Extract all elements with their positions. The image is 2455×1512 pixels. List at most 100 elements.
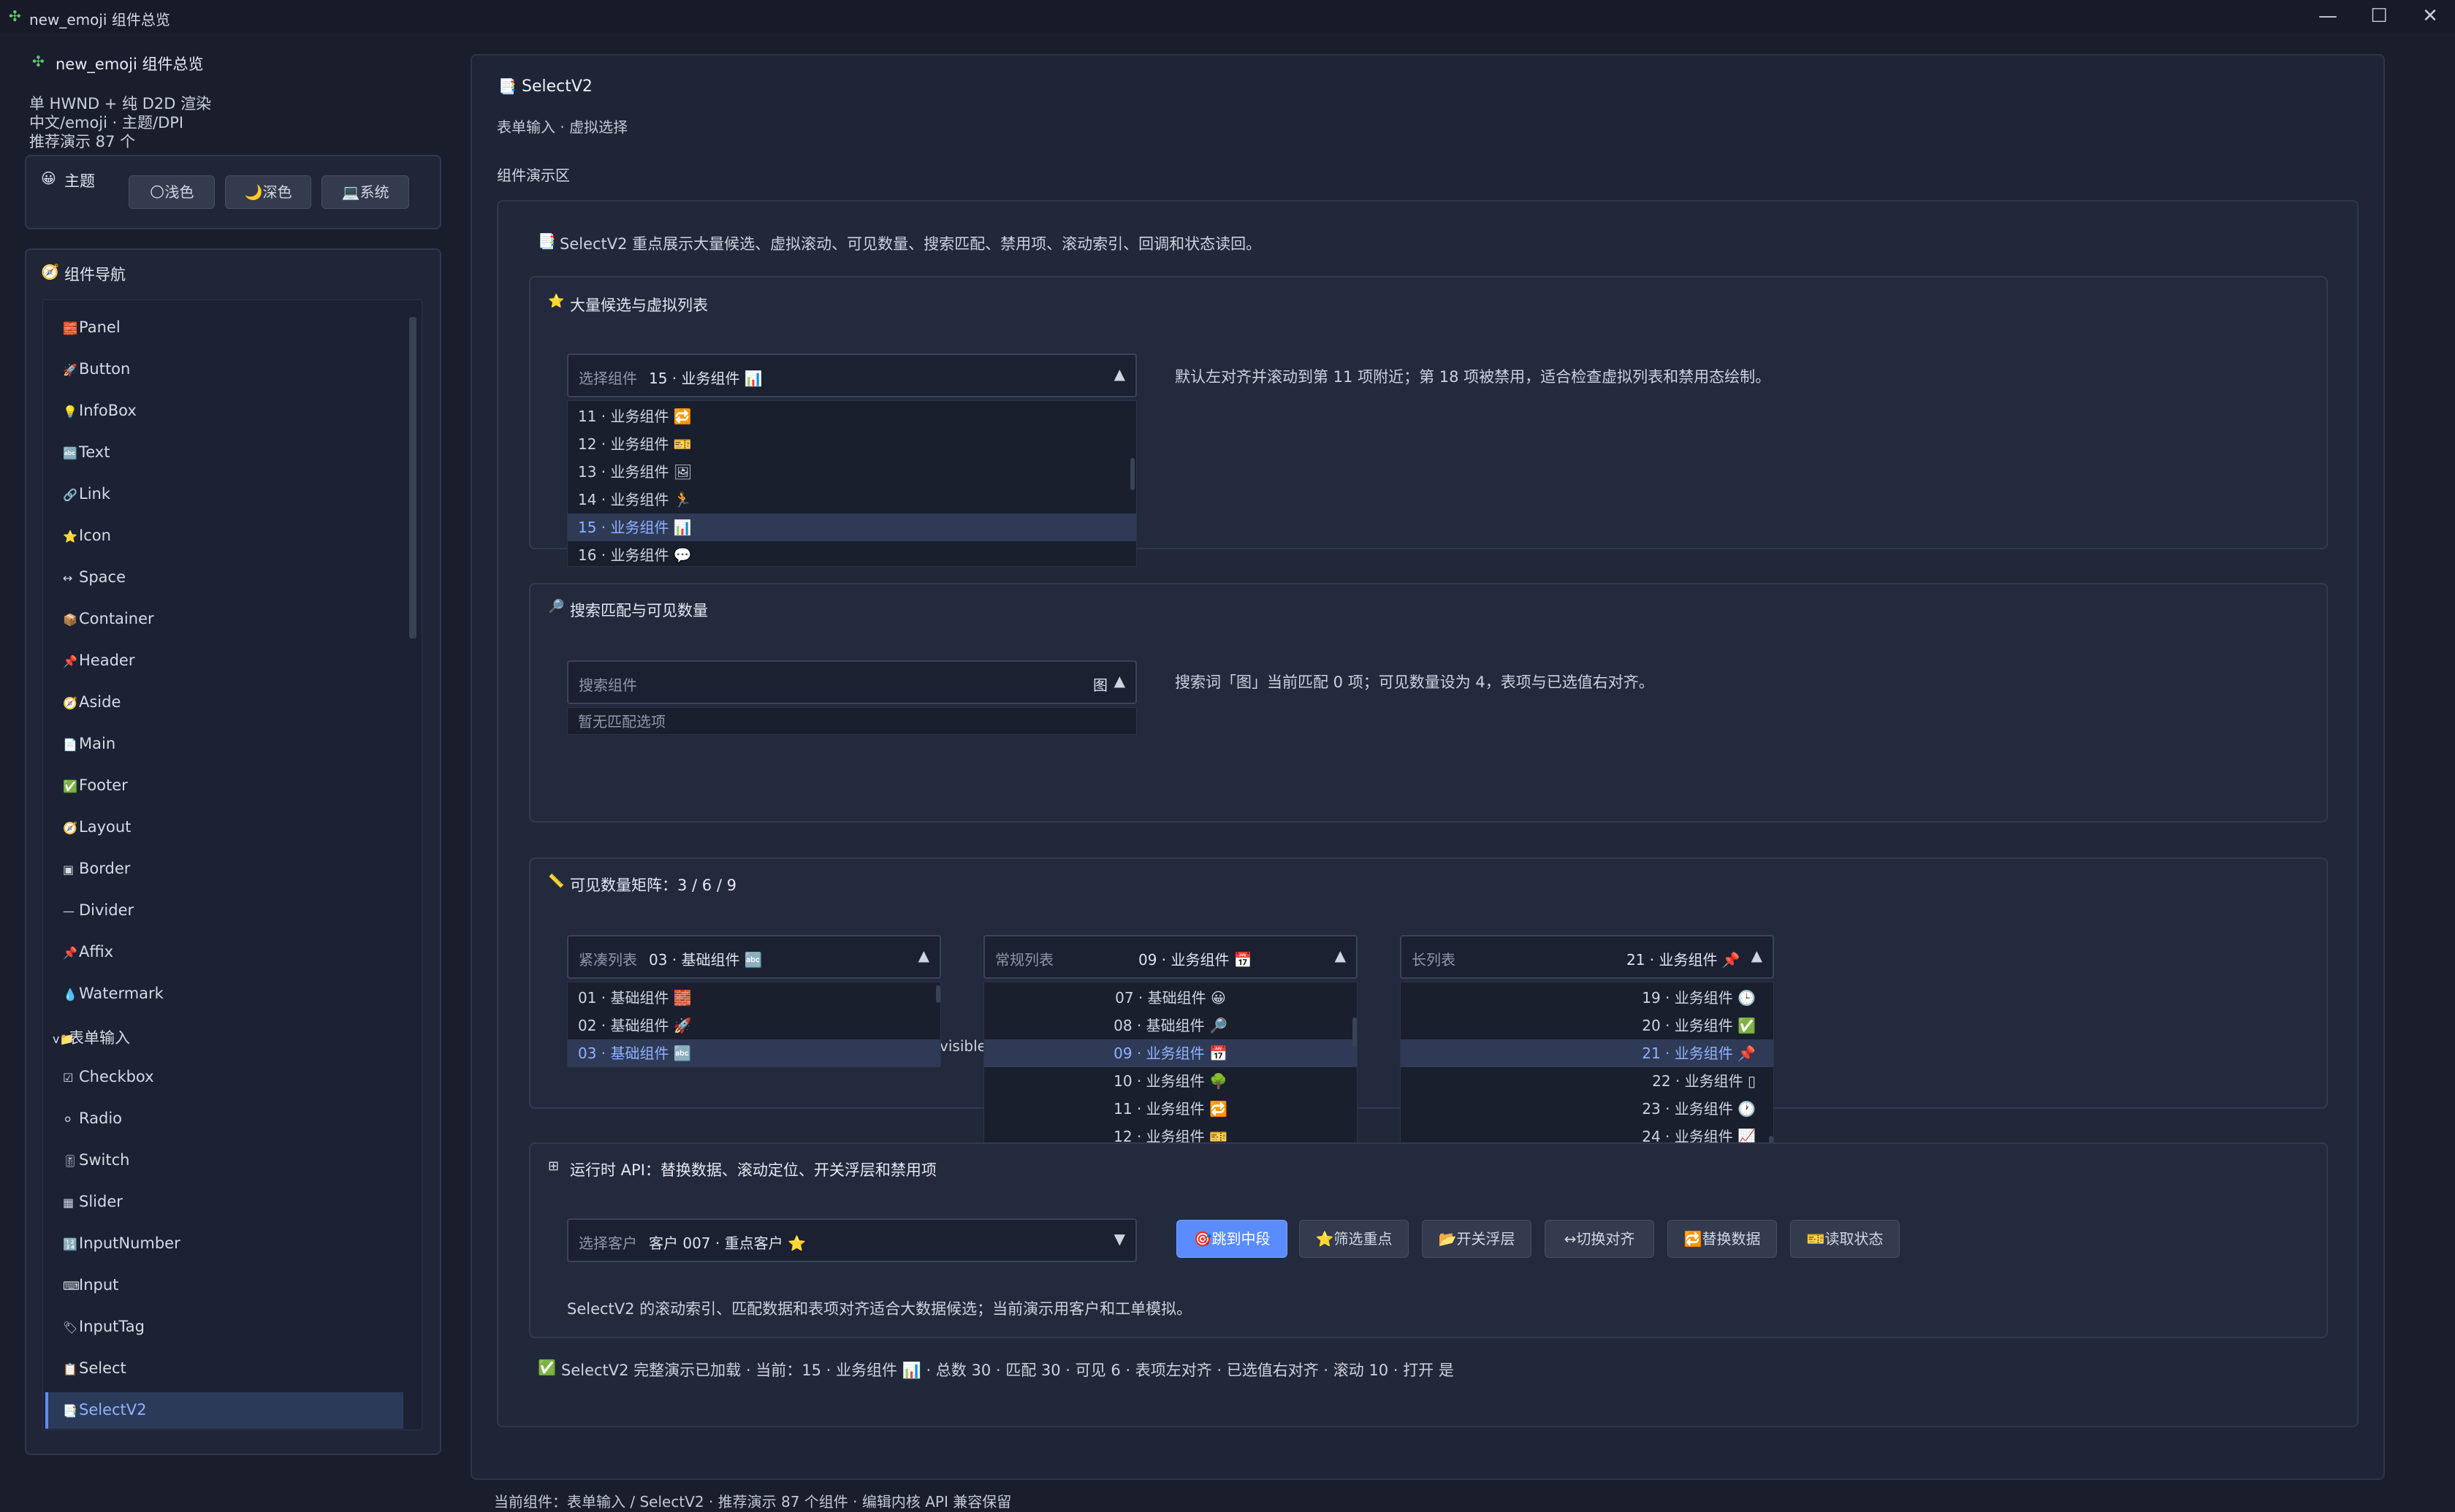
intro-icon: 📑 [538,232,556,250]
sidebar-item-footer[interactable]: ✅Footer [63,776,128,794]
virtual-dropdown-scrollbar[interactable] [1130,458,1135,490]
normal-scrollbar[interactable] [1352,1017,1357,1047]
sidebar-item-container[interactable]: 📦Container [63,610,154,627]
dropdown-option[interactable]: 09 · 业务组件 📅 [984,1039,1357,1067]
sidebar-item-select[interactable]: 📋Select [63,1359,126,1377]
sidebar-item-label: Affix [79,943,114,961]
nav-scrollbar[interactable] [409,317,416,638]
maximize-button[interactable]: ☐ [2357,3,2401,29]
dropdown-option[interactable]: 15 · 业务组件 📊 [568,513,1136,541]
dropdown-option[interactable]: 22 · 业务组件 ▯ [1401,1067,1773,1095]
section-matrix-title: 可见数量矩阵：3 / 6 / 9 [570,877,736,894]
dropdown-option[interactable]: 21 · 业务组件 📌 [1401,1039,1773,1067]
sidebar-item-inputnumber[interactable]: 🔢InputNumber [63,1234,180,1252]
toggle-popup-button[interactable]: 📂开关浮层 [1422,1220,1531,1258]
sidebar-item-border[interactable]: ▣ Border [63,860,130,877]
toggle-align-button[interactable]: ↔切换对齐 [1545,1220,1654,1258]
dropdown-option[interactable]: 20 · 业务组件 ✅ [1401,1012,1773,1039]
dropdown-option[interactable]: 13 · 业务组件 🖼 [568,458,1136,486]
virtual-select[interactable]: 选择组件 15 · 业务组件 📊 ▲ [567,354,1137,397]
jump-middle-button[interactable]: 🎯跳到中段 [1176,1220,1287,1258]
dropdown-option[interactable]: 01 · 基础组件 🧱 [568,984,940,1012]
dropdown-option[interactable]: 19 · 业务组件 🕒 [1401,984,1773,1012]
dropdown-option[interactable]: 07 · 基础组件 😀 [984,984,1357,1012]
title-bar: ✣ new_emoji 组件总览 — ☐ ✕ [0,0,2455,34]
sidebar-item-label: Main [79,735,116,752]
long-select[interactable]: 长列表 21 · 业务组件 📌 ▲ [1400,935,1774,979]
computer-icon: 💻 [341,183,360,201]
customer-select[interactable]: 选择客户 客户 007 · 重点客户 ⭐ ▼ [567,1218,1137,1262]
nav-item-icon: 📄 [63,738,77,752]
nav-item-icon: ▣ [63,863,75,877]
sidebar-item-button[interactable]: 🚀Button [63,360,130,378]
theme-system-button[interactable]: 💻系统 [321,175,409,209]
dropdown-option[interactable]: 11 · 业务组件 🔁 [984,1095,1357,1123]
page-title: SelectV2 [522,77,593,96]
nav-item-icon: 💧 [63,988,77,1001]
read-state-button[interactable]: 🎫读取状态 [1790,1220,1900,1258]
sidebar-item-input[interactable]: ⌨Input [63,1276,118,1294]
nav-title: 组件导航 [64,266,126,283]
sidebar-item-checkbox[interactable]: ☑ Checkbox [63,1068,154,1085]
sidebar-item-label: Container [79,610,154,627]
sidebar-item-infobox[interactable]: 💡InfoBox [63,402,137,419]
sidebar-item-aside[interactable]: 🧭Aside [63,693,121,711]
search-dropdown: 暂无匹配选项 [567,707,1137,735]
dropdown-option[interactable]: 10 · 业务组件 🌳 [984,1067,1357,1095]
dropdown-option[interactable]: 03 · 基础组件 🔤 [568,1039,940,1067]
theme-label: 主题 [64,172,95,190]
minimize-button[interactable]: — [2306,3,2350,29]
dropdown-option[interactable]: 14 · 业务组件 🏃 [568,486,1136,513]
sidebar-item-main[interactable]: 📄Main [63,735,115,752]
sidebar-item-link[interactable]: 🔗Link [63,485,110,503]
caret-up-icon: ▲ [1751,947,1762,964]
sidebar-item-switch[interactable]: 🎚Switch [63,1151,129,1169]
compact-select[interactable]: 紧凑列表 03 · 基础组件 🔤 ▲ [567,935,941,979]
sidebar-item-watermark[interactable]: 💧Watermark [63,985,164,1002]
compact-scrollbar[interactable] [936,985,940,1003]
normal-select[interactable]: 常规列表 09 · 业务组件 📅 ▲ [983,935,1358,979]
section-runtime-api-title: 运行时 API：替换数据、滚动定位、开关浮层和禁用项 [570,1161,937,1179]
dropdown-option[interactable]: 02 · 基础组件 🚀 [568,1012,940,1039]
sidebar-item-label: InfoBox [79,402,137,419]
sidebar-item-label: Divider [79,901,134,919]
theme-light-button[interactable]: 🌕浅色 [129,175,215,209]
close-button[interactable]: ✕ [2408,3,2452,29]
dropdown-option[interactable]: 12 · 业务组件 🎫 [568,430,1136,458]
sidebar-item-text[interactable]: 🔤Text [63,443,110,461]
dropdown-option[interactable]: 11 · 业务组件 🔁 [568,402,1136,430]
nav-item-icon: ↔ [63,571,73,585]
nav-item-icon: ✅ [63,779,77,793]
dropdown-option[interactable]: 16 · 业务组件 💬 [568,541,1136,569]
normal-dropdown: 07 · 基础组件 😀 08 · 基础组件 🔎 09 · 业务组件 📅 10 · 业务… [983,982,1358,1148]
sidebar-item-divider[interactable]: — Divider [63,901,134,919]
nav-item-icon: 📑 [63,1404,77,1418]
sidebar-item-slider[interactable]: ▦ Slider [63,1193,123,1210]
sidebar-item-表单输入[interactable]: v📁表单输入 [53,1026,130,1048]
sidebar-item-affix[interactable]: 📌Affix [63,943,113,961]
nav-item-icon: 🧭 [63,821,77,835]
sidebar-item-icon[interactable]: ⭐Icon [63,527,111,544]
section-virtual-list-title: 大量候选与虚拟列表 [570,297,708,314]
nav-item-icon: 📌 [63,654,77,668]
sidebar-item-label: Border [79,860,131,877]
sidebar-item-header[interactable]: 📌Header [63,652,134,669]
replace-data-button[interactable]: 🔁替换数据 [1667,1220,1777,1258]
caret-up-icon: ▲ [918,947,929,964]
sidebar-item-panel[interactable]: 🧱Panel [63,318,121,336]
sidebar-item-space[interactable]: ↔ Space [63,568,126,586]
sidebar-item-selectv2[interactable]: 📑SelectV2 [63,1401,147,1419]
footer-status: 当前组件：表单输入 / SelectV2 · 推荐演示 87 个组件 · 编辑内… [494,1493,1012,1511]
moon-icon: 🌙 [244,183,263,201]
sidebar-item-inputtag[interactable]: 🏷InputTag [63,1318,145,1335]
dropdown-option[interactable]: 08 · 基础组件 🔎 [984,1012,1357,1039]
dropdown-option[interactable]: 23 · 业务组件 🕐 [1401,1095,1773,1123]
sidebar-item-layout[interactable]: 🧭Layout [63,818,131,836]
sidebar-item-label: Footer [79,776,128,794]
search-select[interactable]: 搜索组件 图 ▲ [567,660,1137,704]
sidebar-item-radio[interactable]: ⚪ Radio [63,1110,122,1127]
runtime-desc: SelectV2 的滚动索引、匹配数据和表项对齐适合大数据候选；当前演示用客户和… [567,1300,1192,1318]
filter-key-button[interactable]: ⭐筛选重点 [1299,1220,1409,1258]
theme-dark-button[interactable]: 🌙深色 [225,175,311,209]
sidebar-item-label: Icon [79,527,111,544]
